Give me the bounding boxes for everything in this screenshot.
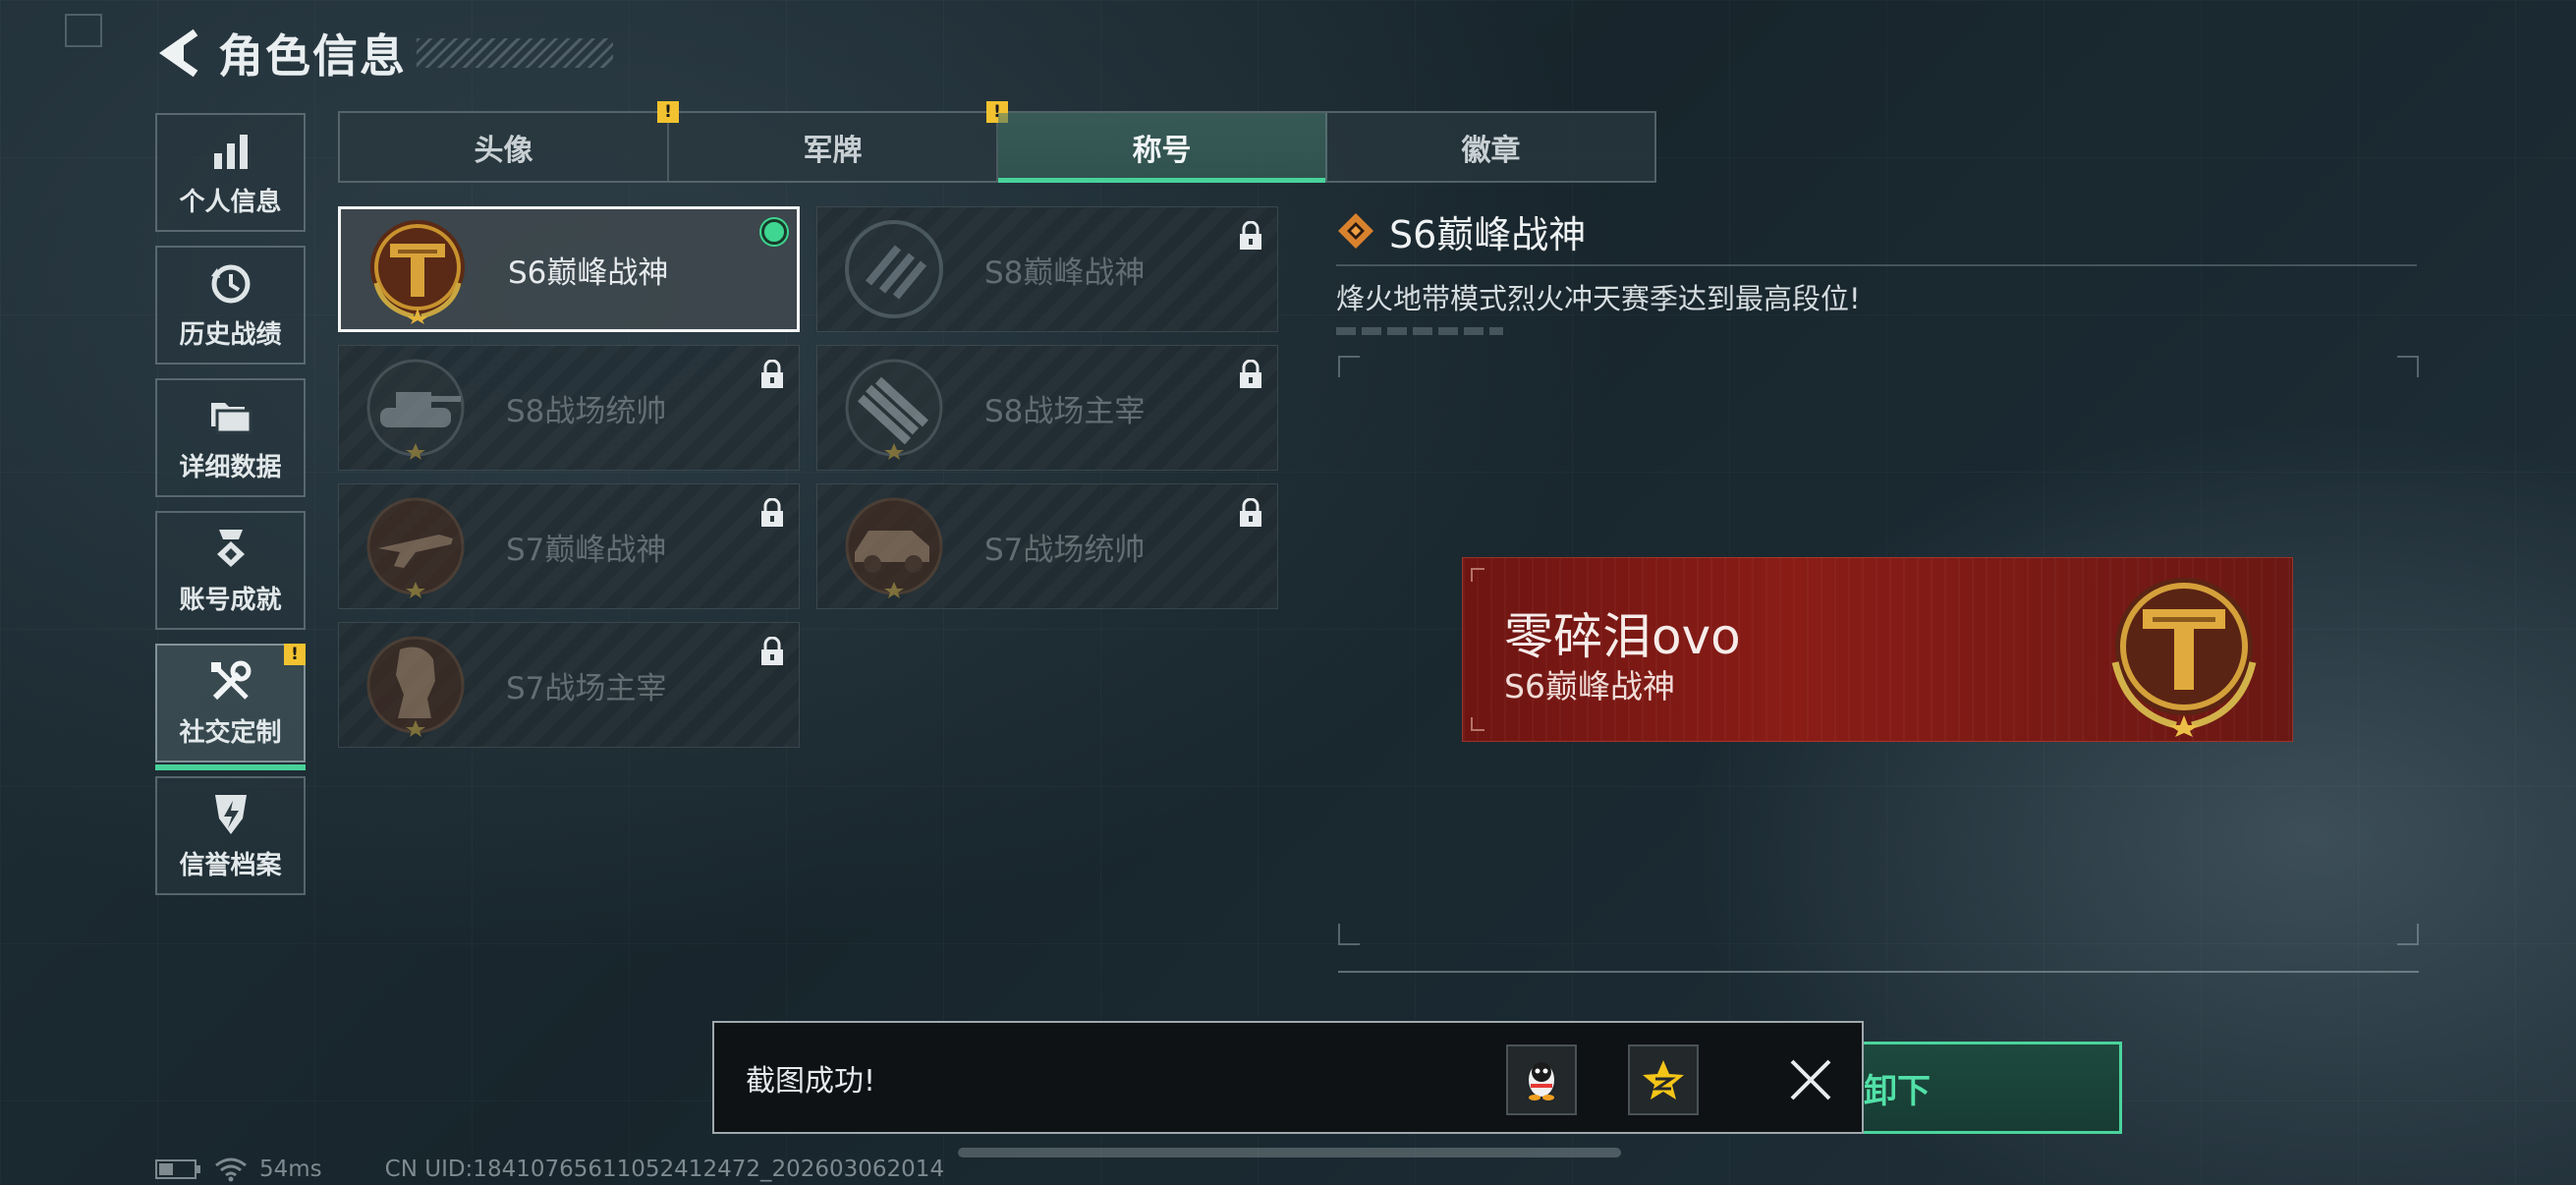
detail-title: S6巅峰战神 — [1389, 212, 1587, 256]
title-card[interactable]: S8巅峰战神 — [816, 206, 1278, 332]
title-card-label: S7战场统帅 — [984, 532, 1146, 568]
wifi-icon — [215, 1157, 247, 1182]
lock-icon — [761, 637, 783, 665]
gold-t-emblem-icon — [2111, 578, 2257, 737]
nameplate-preview: 零碎泪ovo S6巅峰战神 — [1462, 557, 2293, 742]
sidebar-item-achievements[interactable]: 账号成就 — [155, 511, 306, 630]
tab-badge[interactable]: 徽章 — [1327, 113, 1654, 181]
back-arrow-icon — [159, 28, 198, 78]
title-card[interactable]: S7战场主宰 — [338, 622, 800, 748]
tab-label: 称号 — [1132, 133, 1192, 168]
unequip-label: 卸下 — [1864, 1071, 1931, 1111]
title-card[interactable]: S7巅峰战神 — [338, 483, 800, 609]
tab-dogtag[interactable]: 军牌 ! — [669, 101, 1008, 181]
title-card-label: S8巅峰战神 — [984, 254, 1146, 291]
status-bar: 54ms CN UID:18410765611052412472_2026030… — [155, 1156, 944, 1183]
sidebar-item-label: 历史战绩 — [179, 320, 282, 350]
title-card[interactable]: S8战场主宰 — [816, 345, 1278, 471]
sidebar-item-profile[interactable]: 个人信息 — [155, 113, 306, 232]
lock-icon — [1240, 498, 1261, 527]
page-title: 角色信息 — [218, 29, 407, 83]
toast-message: 截图成功! — [746, 1063, 876, 1099]
screenshot-toast: 截图成功! — [712, 1021, 1864, 1134]
divider — [1336, 264, 2417, 266]
title-decoration — [417, 38, 613, 68]
missile-emblem-icon — [839, 353, 949, 463]
corner-decoration — [65, 14, 102, 47]
tab-label: 军牌 — [803, 133, 863, 168]
sidebar-item-label: 个人信息 — [179, 188, 282, 217]
sidebar: 个人信息 历史战绩 详细数据 账号成就 ! 社交定制 信誉档案 — [155, 113, 306, 909]
battery-icon — [155, 1159, 200, 1179]
share-qzone-button[interactable] — [1628, 1044, 1699, 1115]
title-card-label: S7战场主宰 — [506, 670, 667, 706]
lock-icon — [1240, 221, 1261, 250]
detail-header: S6巅峰战神 — [1336, 201, 2417, 260]
gold-t-emblem-icon — [363, 214, 473, 324]
qzone-star-icon — [1643, 1060, 1684, 1100]
player-name: 零碎泪ovo — [1504, 608, 1741, 665]
warning-badge: ! — [284, 644, 306, 665]
back-button[interactable] — [155, 24, 204, 83]
sidebar-item-history[interactable]: 历史战绩 — [155, 246, 306, 365]
tab-bar: 头像 ! 军牌 ! 称号 徽章 — [338, 101, 1656, 183]
sidebar-item-social-custom[interactable]: ! 社交定制 — [155, 644, 306, 770]
sidebar-item-credit[interactable]: 信誉档案 — [155, 776, 306, 895]
title-card-label: S8战场主宰 — [984, 393, 1146, 429]
active-indicator — [155, 764, 306, 770]
bar-chart-icon — [211, 127, 251, 176]
tab-label: 头像 — [474, 133, 533, 168]
close-toast-button[interactable] — [1783, 1052, 1838, 1107]
tools-icon — [209, 657, 252, 706]
sidebar-item-label: 详细数据 — [179, 453, 282, 482]
description-decoration — [1336, 327, 1503, 335]
title-card[interactable]: S6巅峰战神 — [338, 206, 800, 332]
corner-decoration — [1471, 717, 1484, 731]
soldier-emblem-icon — [361, 630, 471, 740]
diamond-rank-icon — [1338, 213, 1373, 249]
history-clock-icon — [209, 259, 252, 309]
sidebar-item-label: 社交定制 — [179, 718, 282, 748]
close-icon — [1790, 1059, 1831, 1100]
credit-shield-icon — [211, 790, 251, 839]
uid-readout: CN UID:18410765611052412472_202603062014 — [384, 1157, 945, 1182]
slash-emblem-icon — [839, 214, 949, 324]
lock-icon — [761, 360, 783, 388]
achievement-medal-icon — [211, 525, 251, 574]
tank-emblem-icon — [361, 353, 471, 463]
sidebar-item-label: 账号成就 — [179, 586, 282, 615]
title-card-label: S6巅峰战神 — [508, 254, 669, 291]
detail-description: 烽火地带模式烈火冲天赛季达到最高段位! — [1336, 282, 1861, 315]
corner-decoration — [1471, 568, 1484, 582]
tab-title[interactable]: 称号 — [998, 113, 1327, 183]
equipped-indicator — [761, 219, 787, 245]
title-card[interactable]: S7战场统帅 — [816, 483, 1278, 609]
lock-icon — [761, 498, 783, 527]
folders-icon — [209, 392, 252, 441]
lock-icon — [1240, 360, 1261, 388]
tab-label: 徽章 — [1461, 133, 1521, 168]
home-indicator[interactable] — [958, 1148, 1621, 1157]
page-header: 角色信息 — [155, 22, 613, 85]
title-card-label: S7巅峰战神 — [506, 532, 667, 568]
nameplate-title: S6巅峰战神 — [1504, 667, 1675, 705]
divider — [1338, 971, 2419, 973]
rifle-emblem-icon — [361, 491, 471, 601]
title-detail-panel: S6巅峰战神 烽火地带模式烈火冲天赛季达到最高段位! — [1336, 201, 2417, 335]
sidebar-item-label: 信誉档案 — [179, 851, 282, 880]
qq-penguin-icon — [1529, 1062, 1554, 1100]
share-qq-button[interactable] — [1506, 1044, 1577, 1115]
sidebar-item-details[interactable]: 详细数据 — [155, 378, 306, 497]
title-card-label: S8战场统帅 — [506, 393, 667, 429]
title-card[interactable]: S8战场统帅 — [338, 345, 800, 471]
tab-avatar[interactable]: 头像 ! — [340, 101, 679, 181]
ping-readout: 54ms — [259, 1157, 322, 1182]
vehicle-emblem-icon — [839, 491, 949, 601]
